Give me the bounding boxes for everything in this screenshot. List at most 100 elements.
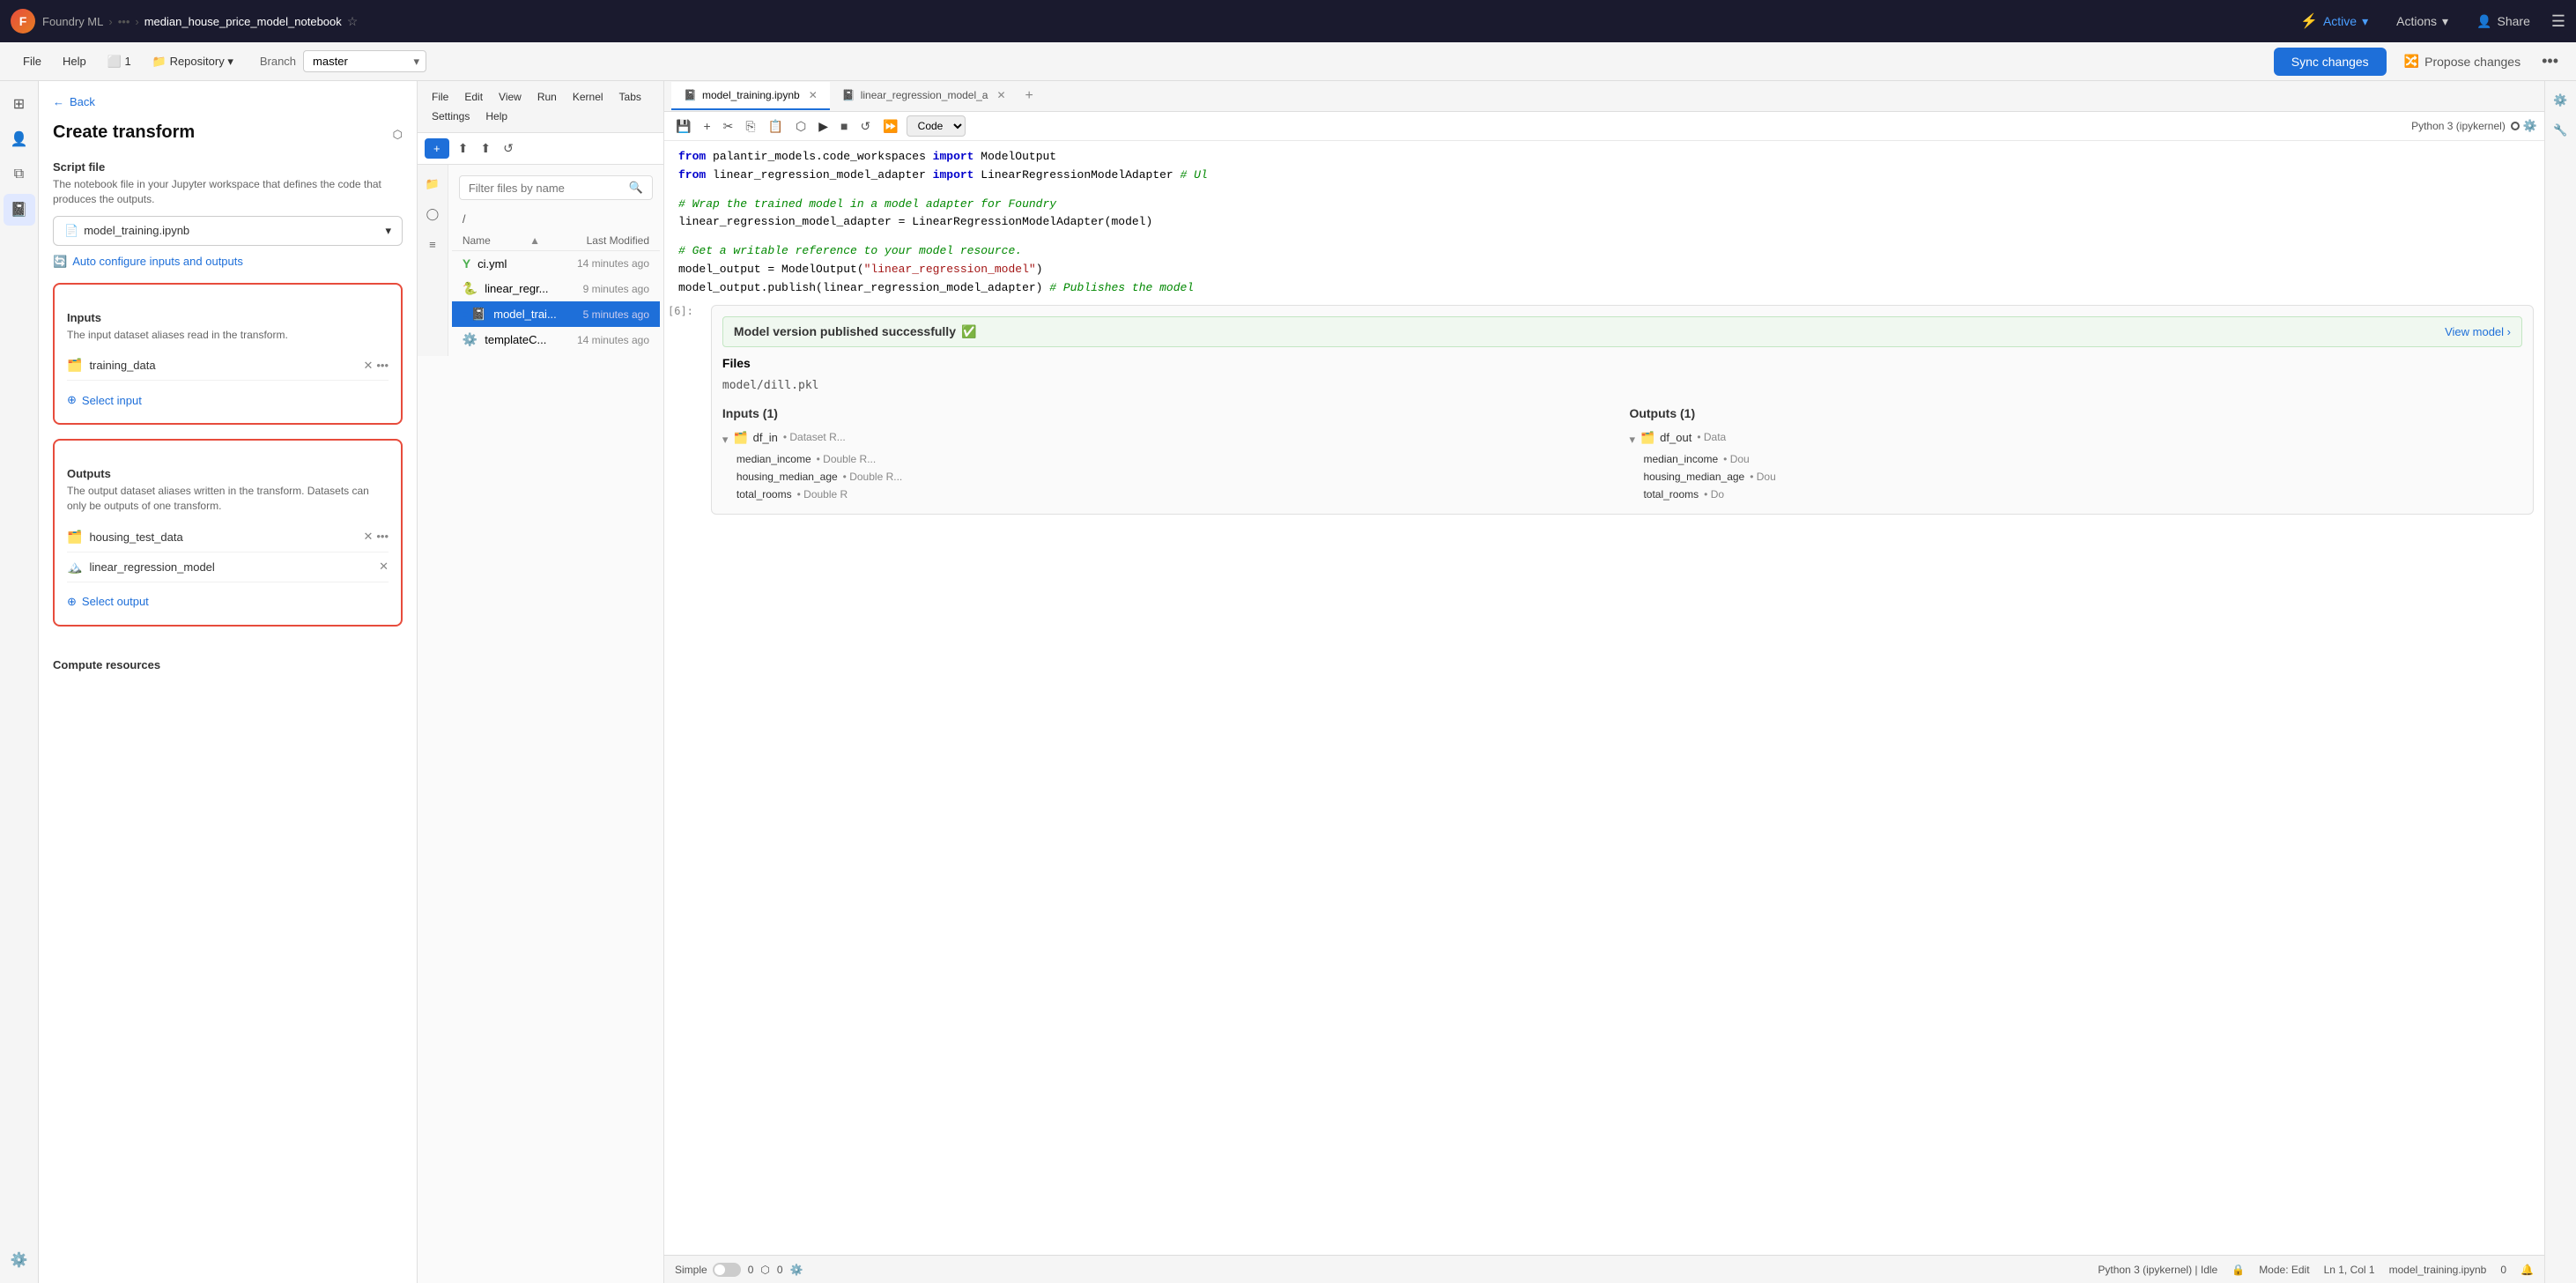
run-btn[interactable]: ▶: [814, 116, 833, 137]
share-button[interactable]: 👤 Share: [2469, 11, 2537, 33]
view-model-link[interactable]: View model ›: [2445, 325, 2511, 338]
cut-btn[interactable]: ✂: [719, 116, 738, 137]
fast-forward-btn[interactable]: ⏩: [878, 116, 902, 137]
jupyter-kernel-menu[interactable]: Kernel: [566, 88, 611, 106]
file-item-ci[interactable]: Y ci.yml 14 minutes ago: [452, 251, 660, 276]
right-panel-gear-icon[interactable]: ⚙️: [2549, 88, 2573, 113]
actions-button[interactable]: Actions ▾: [2389, 11, 2455, 33]
expand-output-icon[interactable]: ▾: [1629, 433, 1635, 447]
more-output-options-icon[interactable]: •••: [376, 530, 389, 544]
back-button[interactable]: ← Back: [53, 95, 403, 108]
jupyter-tabs-menu[interactable]: Tabs: [612, 88, 648, 106]
branch-select-input[interactable]: master: [303, 50, 426, 72]
bell-icon: 🔔: [2520, 1264, 2534, 1276]
help-menu-item[interactable]: Help: [54, 51, 95, 72]
save-btn[interactable]: 💾: [671, 116, 695, 137]
remove-output-model-icon[interactable]: ✕: [379, 560, 389, 574]
cell-type-select[interactable]: Code: [907, 115, 966, 137]
jupyter-list-icon[interactable]: ≡: [420, 232, 445, 256]
close-tab-1-icon[interactable]: ✕: [809, 89, 818, 101]
more-options-icon[interactable]: •••: [2538, 48, 2562, 74]
propose-changes-button[interactable]: 🔀 Propose changes: [2397, 50, 2528, 72]
file-search-input[interactable]: [469, 182, 624, 195]
inputs-col-title: Inputs (1): [722, 406, 1616, 420]
repository-menu-item[interactable]: 📁 Repository ▾: [144, 51, 242, 72]
jupyter-run-menu[interactable]: Run: [530, 88, 564, 106]
favorite-icon[interactable]: ☆: [347, 14, 359, 29]
code-line-2: from linear_regression_model_adapter imp…: [678, 167, 2530, 185]
new-file-button[interactable]: +: [425, 138, 449, 159]
branch-selector[interactable]: master: [303, 50, 426, 72]
kernel-status-circle: [2511, 122, 2520, 130]
cell-output: Model version published successfully ✅ V…: [711, 305, 2534, 515]
refresh-btn[interactable]: ↺: [855, 116, 875, 137]
compute-title: Compute resources: [53, 658, 403, 671]
panel-external-link-icon[interactable]: ⬡: [393, 128, 403, 142]
script-file-label: Script file: [53, 160, 403, 174]
code-comment-wrap: # Wrap the trained model in a model adap…: [678, 196, 2530, 214]
sidebar-icon-person[interactable]: 👤: [4, 123, 35, 155]
hamburger-icon[interactable]: ☰: [2551, 12, 2565, 31]
back-arrow-icon: ←: [53, 95, 64, 108]
remove-output-housing-icon[interactable]: ✕: [363, 530, 373, 544]
upload2-button[interactable]: ⬆: [477, 139, 494, 158]
shield-icon: 🔒: [2232, 1264, 2245, 1276]
add-tab-icon[interactable]: +: [1018, 81, 1040, 111]
workspace-menu-item[interactable]: ⬜ 1: [99, 51, 140, 72]
jupyter-folder-icon[interactable]: 📁: [420, 172, 445, 197]
code-panel: 📓 model_training.ipynb ✕ 📓 linear_regres…: [664, 81, 2544, 1283]
breadcrumb-foundry[interactable]: Foundry ML: [42, 15, 103, 28]
file-item-template[interactable]: ⚙️ templateC... 14 minutes ago: [452, 327, 660, 352]
jupyter-edit-menu[interactable]: Edit: [457, 88, 490, 106]
jupyter-file-menu[interactable]: File: [425, 88, 455, 106]
file-name-linear-regr: linear_regr...: [485, 282, 582, 295]
expand-input-icon[interactable]: ▾: [722, 433, 729, 447]
select-input-button[interactable]: ⊕ Select input: [67, 389, 142, 411]
select-output-button[interactable]: ⊕ Select output: [67, 591, 149, 612]
more-input-options-icon[interactable]: •••: [376, 359, 389, 373]
right-panel-settings-icon[interactable]: 🔧: [2549, 118, 2573, 143]
auto-configure-btn[interactable]: 🔄 Auto configure inputs and outputs: [53, 255, 403, 269]
file-name-template: templateC...: [485, 333, 577, 346]
jupyter-settings-menu[interactable]: Settings: [425, 108, 477, 125]
stop-btn[interactable]: ■: [836, 116, 852, 136]
copy-btn[interactable]: ⎘: [741, 116, 759, 137]
sidebar-panel: 📁 ◯ ≡ 🔍 / Name ▲ Last Modified: [418, 165, 663, 356]
kw-from-1: from: [678, 150, 706, 163]
tab-notebook-icon-1: 📓: [684, 89, 697, 101]
paste-btn[interactable]: 📋: [764, 116, 788, 137]
script-file-desc: The notebook file in your Jupyter worksp…: [53, 177, 403, 207]
right-settings-panel: ⚙️ 🔧: [2544, 81, 2576, 1283]
sidebar-icon-notebook[interactable]: 📓: [4, 194, 35, 226]
sidebar-icon-layers[interactable]: ⧉: [4, 159, 35, 190]
simple-toggle-pill[interactable]: [713, 1263, 741, 1277]
file-status: model_training.ipynb: [2389, 1264, 2487, 1276]
script-file-selector[interactable]: 📄model_training.ipynb ▾: [53, 216, 403, 246]
code-line-model-output: model_output = ModelOutput("linear_regre…: [678, 261, 2530, 279]
jupyter-circle-icon[interactable]: ◯: [420, 202, 445, 226]
jupyter-view-menu[interactable]: View: [492, 88, 529, 106]
jupyter-help-menu[interactable]: Help: [478, 108, 514, 125]
more-tools-btn[interactable]: ⬡: [791, 116, 811, 137]
tab-model-training[interactable]: 📓 model_training.ipynb ✕: [671, 82, 830, 110]
sidebar-icon-settings[interactable]: ⚙️: [4, 1244, 35, 1276]
status-bar: Simple 0 ⬡ 0 ⚙️ Python 3 (ipykernel) | I…: [664, 1255, 2544, 1283]
file-menu-item[interactable]: File: [14, 51, 50, 72]
tab-linear-regression[interactable]: 📓 linear_regression_model_a ✕: [830, 82, 1018, 110]
file-item-model-training[interactable]: 📓 model_trai... 5 minutes ago: [452, 301, 660, 327]
close-tab-2-icon[interactable]: ✕: [996, 89, 1005, 101]
sidebar-icon-grid[interactable]: ⊞: [4, 88, 35, 120]
code-settings-icon[interactable]: ⚙️: [2523, 119, 2537, 133]
remove-input-icon[interactable]: ✕: [363, 359, 373, 373]
kernel-label: Python 3 (ipykernel): [2411, 120, 2506, 132]
upload-button[interactable]: ⬆: [455, 139, 472, 158]
io-grid: Inputs (1) ▾ 🗂️ df_in • Dataset R... med…: [722, 406, 2522, 503]
output-item-housing: 🗂️ housing_test_data ✕ •••: [67, 523, 389, 553]
refresh-files-button[interactable]: ↺: [500, 139, 517, 158]
add-cell-btn[interactable]: +: [699, 116, 714, 136]
df-out-name: df_out: [1660, 431, 1691, 444]
file-item-linear-regr[interactable]: 🐍 linear_regr... 9 minutes ago: [452, 276, 660, 301]
sync-changes-button[interactable]: Sync changes: [2274, 48, 2387, 76]
top-right-actions: ⚡ Active ▾ Actions ▾ 👤 Share ☰: [2293, 9, 2565, 33]
active-button[interactable]: ⚡ Active ▾: [2293, 9, 2375, 33]
